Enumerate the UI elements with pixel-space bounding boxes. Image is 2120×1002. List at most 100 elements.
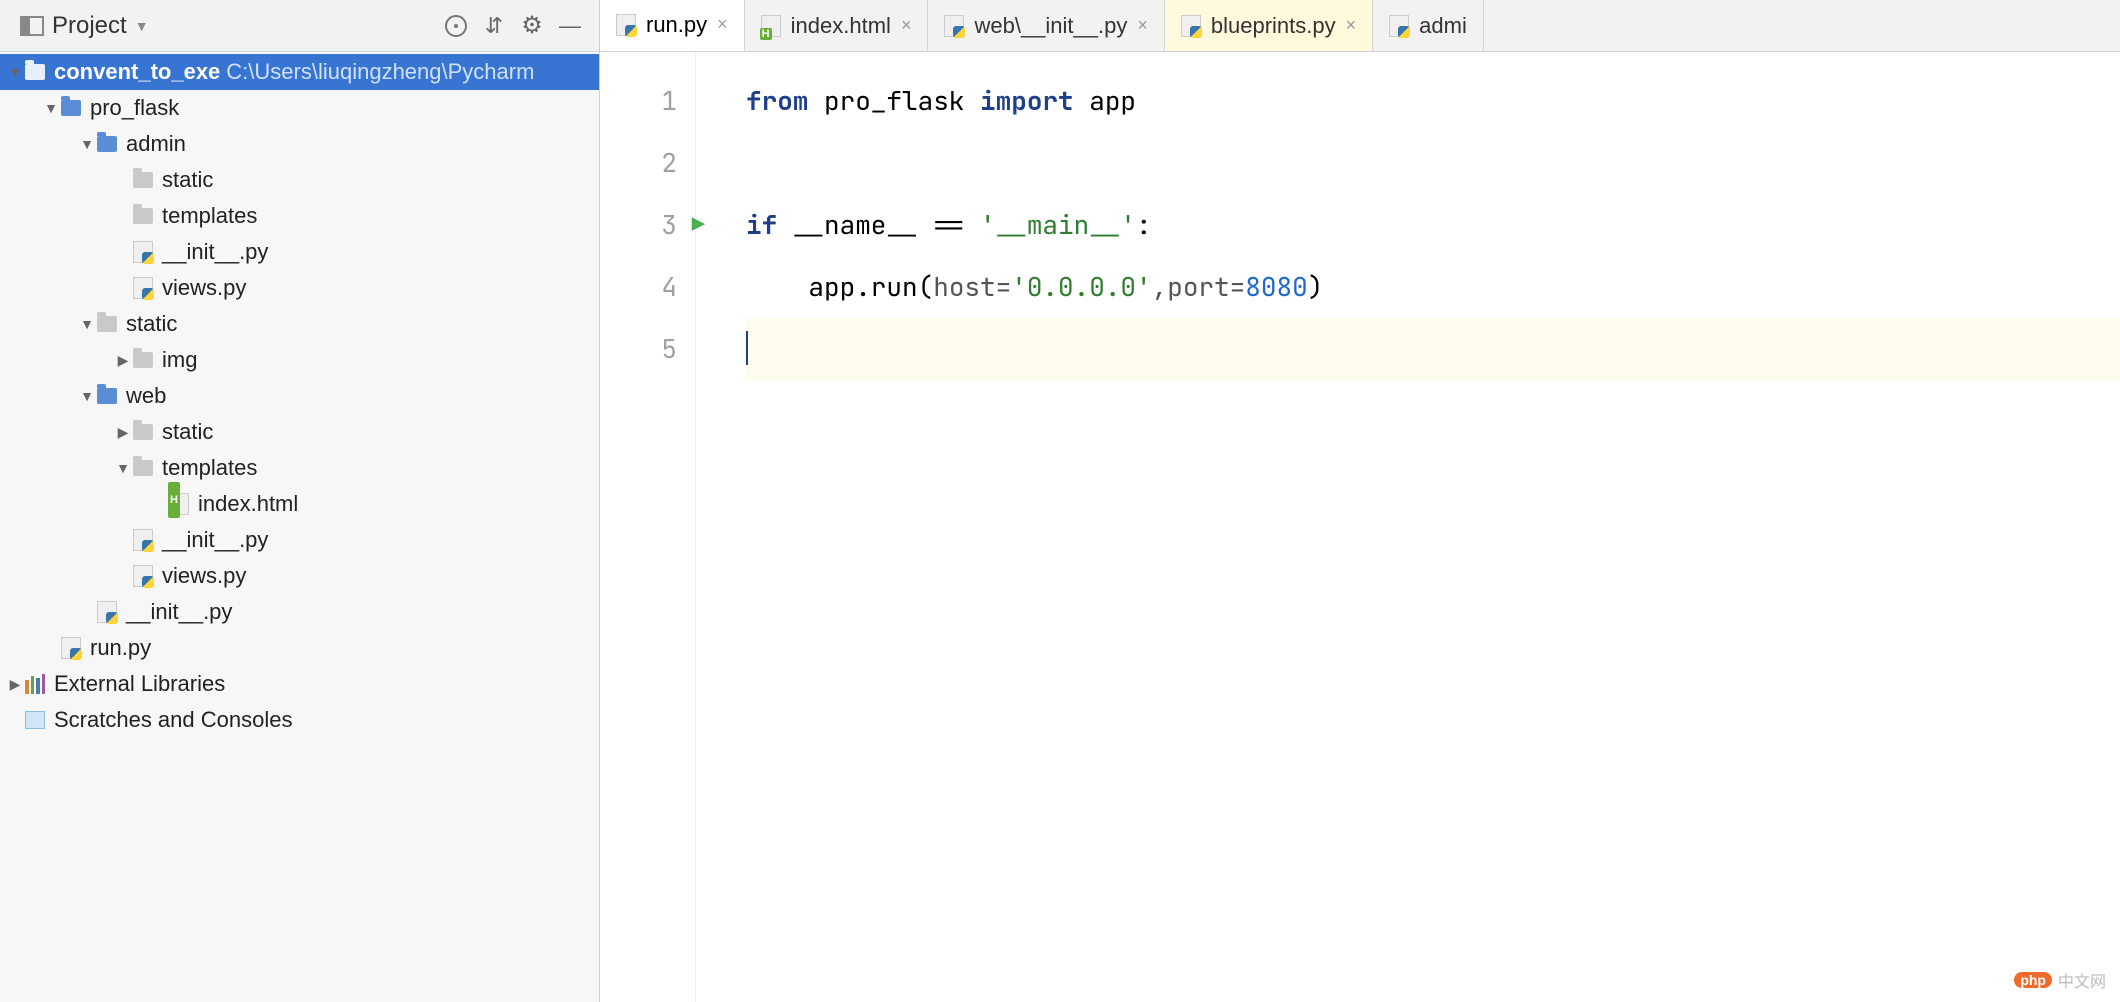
caret-icon	[746, 331, 748, 365]
tree-item-web[interactable]: ▼ web	[0, 378, 599, 414]
tree-item-admin-templates[interactable]: ▶ templates	[0, 198, 599, 234]
close-icon[interactable]: ×	[901, 15, 912, 36]
editor-body[interactable]: 1 2 3 4 5 from pro_flask import app if _…	[600, 52, 2120, 1002]
close-icon[interactable]: ×	[1137, 15, 1148, 36]
tab-label: blueprints.py	[1211, 13, 1336, 39]
python-file-icon	[133, 565, 153, 587]
editor-tabs: run.py × index.html × web\__init__.py × …	[600, 0, 2120, 52]
tab-admin-partial[interactable]: admi	[1373, 0, 1484, 51]
line-number: 2	[600, 132, 677, 194]
tree-item-web-static[interactable]: ▶ static	[0, 414, 599, 450]
tree-item-root-init[interactable]: ▶ __init__.py	[0, 594, 599, 630]
chevron-down-icon: ▼	[135, 18, 149, 34]
tree-item-admin-views[interactable]: ▶ views.py	[0, 270, 599, 306]
collapse-icon: ⇵	[485, 13, 503, 39]
python-file-icon	[944, 15, 964, 37]
html-file-icon	[761, 15, 781, 37]
tree-item-static[interactable]: ▼ static	[0, 306, 599, 342]
watermark: php 中文网	[2014, 968, 2106, 992]
project-dropdown[interactable]: Project ▼	[10, 8, 159, 44]
folder-icon	[61, 100, 81, 116]
tree-item-admin[interactable]: ▼ admin	[0, 126, 599, 162]
folder-icon	[133, 208, 153, 224]
folder-icon	[133, 172, 153, 188]
settings-button[interactable]: ⚙	[513, 7, 551, 45]
folder-icon	[133, 352, 153, 368]
tree-item-index-html[interactable]: ▶ index.html	[0, 486, 599, 522]
tab-label: admi	[1419, 13, 1467, 39]
python-file-icon	[1181, 15, 1201, 37]
tree-label: static	[162, 414, 213, 450]
tree-item-web-templates[interactable]: ▼ templates	[0, 450, 599, 486]
scratch-icon	[25, 711, 45, 729]
python-file-icon	[1389, 15, 1409, 37]
close-icon[interactable]: ×	[717, 14, 728, 35]
tree-label: __init__.py	[126, 594, 232, 630]
tab-run-py[interactable]: run.py ×	[600, 0, 745, 52]
editor-pane: run.py × index.html × web\__init__.py × …	[600, 0, 2120, 1002]
locate-target-button[interactable]	[437, 7, 475, 45]
python-file-icon	[133, 241, 153, 263]
tree-item-admin-static[interactable]: ▶ static	[0, 162, 599, 198]
line-number: 3	[600, 194, 677, 256]
tree-label: views.py	[162, 558, 246, 594]
chevron-down-icon: ▼	[114, 450, 132, 486]
html-file-icon	[169, 493, 189, 515]
python-file-icon	[97, 601, 117, 623]
collapse-all-button[interactable]: ⇵	[475, 7, 513, 45]
tree-item-web-init[interactable]: ▶ __init__.py	[0, 522, 599, 558]
chevron-down-icon: ▼	[78, 126, 96, 162]
tree-label: __init__.py	[162, 234, 268, 270]
python-file-icon	[133, 277, 153, 299]
tree-label: External Libraries	[54, 666, 225, 702]
tree-label: templates	[162, 450, 257, 486]
project-view-icon	[20, 16, 44, 36]
ide-root: Project ▼ ⇵ ⚙ — ▼ convent_to_exe C:\User…	[0, 0, 2120, 1002]
chevron-down-icon: ▼	[42, 90, 60, 126]
folder-icon	[133, 424, 153, 440]
chevron-down-icon: ▼	[78, 378, 96, 414]
watermark-text: 中文网	[2058, 968, 2106, 992]
line-number: 4	[600, 256, 677, 318]
tree-item-pro-flask[interactable]: ▼ pro_flask	[0, 90, 599, 126]
tree-label: __init__.py	[162, 522, 268, 558]
sidebar-toolbar: Project ▼ ⇵ ⚙ —	[0, 0, 599, 52]
tree-item-run-py[interactable]: ▶ run.py	[0, 630, 599, 666]
tree-label: views.py	[162, 270, 246, 306]
tree-item-external-libraries[interactable]: ▶ External Libraries	[0, 666, 599, 702]
tab-web-init[interactable]: web\__init__.py ×	[928, 0, 1164, 51]
hide-panel-button[interactable]: —	[551, 7, 589, 45]
folder-icon	[25, 64, 45, 80]
tree-root[interactable]: ▼ convent_to_exe C:\Users\liuqingzheng\P…	[0, 54, 599, 90]
code-line: app.run(host='0.0.0.0',port=8080)	[746, 256, 2120, 318]
code-area[interactable]: from pro_flask import app if __name__ ==…	[720, 52, 2120, 1002]
code-line	[746, 132, 2120, 194]
watermark-logo: php	[2014, 972, 2052, 988]
tree-label: web	[126, 378, 166, 414]
line-gutter: 1 2 3 4 5	[600, 52, 696, 1002]
tree-label: admin	[126, 126, 186, 162]
tree-item-img[interactable]: ▶ img	[0, 342, 599, 378]
python-file-icon	[133, 529, 153, 551]
tree-label: static	[126, 306, 177, 342]
target-icon	[445, 15, 467, 37]
tab-index-html[interactable]: index.html ×	[745, 0, 929, 51]
code-line: if __name__ == '__main__':	[746, 194, 2120, 256]
tree-label: index.html	[198, 486, 298, 522]
tree-item-scratches[interactable]: ▶ Scratches and Consoles	[0, 702, 599, 738]
folder-icon	[97, 136, 117, 152]
tree-label: convent_to_exe	[54, 54, 220, 90]
chevron-right-icon: ▶	[114, 342, 132, 378]
tree-item-web-views[interactable]: ▶ views.py	[0, 558, 599, 594]
folder-icon	[97, 316, 117, 332]
tab-blueprints-py[interactable]: blueprints.py ×	[1165, 0, 1373, 51]
python-file-icon	[616, 14, 636, 36]
folder-icon	[133, 460, 153, 476]
chevron-down-icon: ▼	[78, 306, 96, 342]
tree-item-admin-init[interactable]: ▶ __init__.py	[0, 234, 599, 270]
code-line: from pro_flask import app	[746, 70, 2120, 132]
close-icon[interactable]: ×	[1346, 15, 1357, 36]
project-label: Project	[52, 12, 127, 40]
tab-label: run.py	[646, 12, 707, 38]
tree-label: templates	[162, 198, 257, 234]
